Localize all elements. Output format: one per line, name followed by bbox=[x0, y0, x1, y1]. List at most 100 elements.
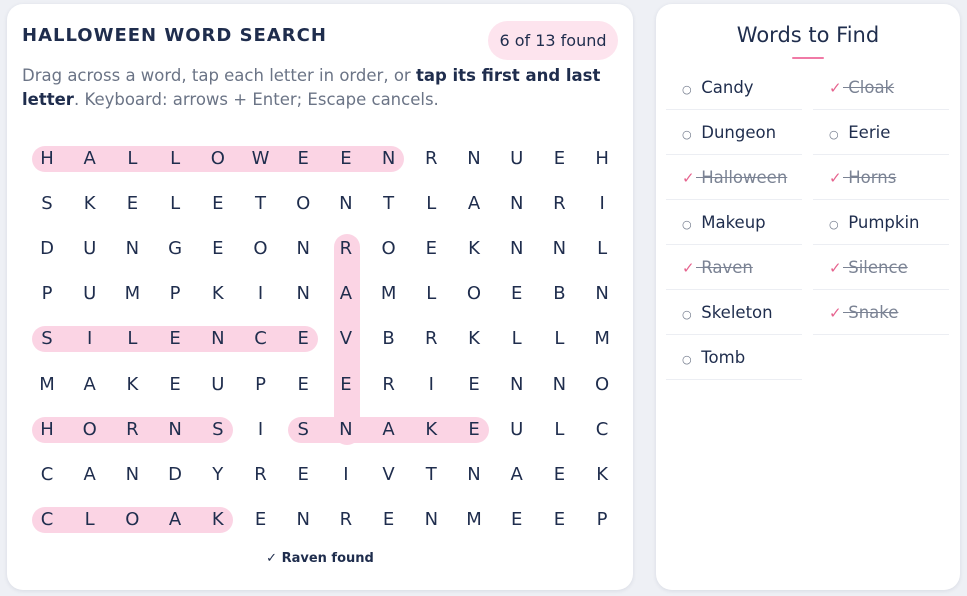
letter-cell[interactable]: H bbox=[27, 410, 67, 450]
letter-cell[interactable]: L bbox=[539, 319, 579, 359]
letter-cell[interactable]: N bbox=[539, 365, 579, 405]
letter-cell[interactable]: N bbox=[497, 229, 537, 269]
letter-cell[interactable]: O bbox=[369, 229, 409, 269]
letter-cell[interactable]: A bbox=[326, 274, 366, 314]
letter-cell[interactable]: S bbox=[283, 410, 323, 450]
letter-cell[interactable]: O bbox=[70, 410, 110, 450]
letter-cell[interactable]: N bbox=[454, 139, 494, 179]
letter-cell[interactable]: M bbox=[27, 365, 67, 405]
letter-cell[interactable]: T bbox=[369, 184, 409, 224]
letter-cell[interactable]: U bbox=[497, 410, 537, 450]
letter-cell[interactable]: N bbox=[326, 184, 366, 224]
letter-cell[interactable]: A bbox=[369, 410, 409, 450]
letter-cell[interactable]: I bbox=[241, 274, 281, 314]
letter-cell[interactable]: O bbox=[454, 274, 494, 314]
letter-cell[interactable]: N bbox=[112, 229, 152, 269]
letter-cell[interactable]: E bbox=[497, 274, 537, 314]
letter-cell[interactable]: L bbox=[155, 139, 195, 179]
letter-cell[interactable]: K bbox=[411, 410, 451, 450]
letter-cell[interactable]: U bbox=[70, 274, 110, 314]
letter-cell[interactable]: D bbox=[27, 229, 67, 269]
letter-cell[interactable]: E bbox=[283, 139, 323, 179]
letter-cell[interactable]: O bbox=[198, 139, 238, 179]
letter-cell[interactable]: R bbox=[241, 455, 281, 495]
letter-cell[interactable]: O bbox=[112, 500, 152, 540]
letter-cell[interactable]: R bbox=[326, 229, 366, 269]
letter-cell[interactable]: B bbox=[539, 274, 579, 314]
letter-cell[interactable]: L bbox=[497, 319, 537, 359]
letter-cell[interactable]: W bbox=[241, 139, 281, 179]
letter-cell[interactable]: K bbox=[198, 274, 238, 314]
letter-cell[interactable]: U bbox=[70, 229, 110, 269]
letter-cell[interactable]: S bbox=[198, 410, 238, 450]
letter-cell[interactable]: E bbox=[369, 500, 409, 540]
letter-cell[interactable]: O bbox=[241, 229, 281, 269]
letter-cell[interactable]: E bbox=[155, 319, 195, 359]
letter-cell[interactable]: A bbox=[70, 365, 110, 405]
letter-cell[interactable]: N bbox=[198, 319, 238, 359]
letter-cell[interactable]: C bbox=[241, 319, 281, 359]
letter-cell[interactable]: B bbox=[369, 319, 409, 359]
letter-cell[interactable]: E bbox=[539, 139, 579, 179]
letter-cell[interactable]: G bbox=[155, 229, 195, 269]
letter-cell[interactable]: H bbox=[27, 139, 67, 179]
letter-cell[interactable]: T bbox=[241, 184, 281, 224]
letter-cell[interactable]: V bbox=[326, 319, 366, 359]
letter-cell[interactable]: N bbox=[155, 410, 195, 450]
letter-cell[interactable]: E bbox=[539, 500, 579, 540]
letter-cell[interactable]: R bbox=[112, 410, 152, 450]
letter-cell[interactable]: N bbox=[497, 184, 537, 224]
letter-cell[interactable]: S bbox=[27, 319, 67, 359]
letter-cell[interactable]: N bbox=[582, 274, 622, 314]
letter-cell[interactable]: E bbox=[155, 365, 195, 405]
letter-cell[interactable]: E bbox=[326, 139, 366, 179]
letter-cell[interactable]: C bbox=[582, 410, 622, 450]
letter-cell[interactable]: N bbox=[454, 455, 494, 495]
letter-cell[interactable]: L bbox=[70, 500, 110, 540]
letter-cell[interactable]: P bbox=[27, 274, 67, 314]
letter-cell[interactable]: C bbox=[27, 500, 67, 540]
letter-cell[interactable]: O bbox=[283, 184, 323, 224]
letter-cell[interactable]: K bbox=[454, 229, 494, 269]
letter-cell[interactable]: K bbox=[70, 184, 110, 224]
letter-cell[interactable]: L bbox=[582, 229, 622, 269]
letter-cell[interactable]: E bbox=[454, 410, 494, 450]
letter-cell[interactable]: P bbox=[155, 274, 195, 314]
letter-cell[interactable]: E bbox=[198, 229, 238, 269]
letter-cell[interactable]: O bbox=[582, 365, 622, 405]
letter-cell[interactable]: R bbox=[411, 139, 451, 179]
letter-cell[interactable]: E bbox=[326, 365, 366, 405]
letter-cell[interactable]: M bbox=[112, 274, 152, 314]
letter-cell[interactable]: C bbox=[27, 455, 67, 495]
letter-cell[interactable]: N bbox=[283, 229, 323, 269]
letter-cell[interactable]: A bbox=[70, 455, 110, 495]
letter-cell[interactable]: L bbox=[155, 184, 195, 224]
letter-cell[interactable]: A bbox=[497, 455, 537, 495]
letter-cell[interactable]: A bbox=[155, 500, 195, 540]
letter-cell[interactable]: I bbox=[582, 184, 622, 224]
letter-cell[interactable]: N bbox=[497, 365, 537, 405]
letter-grid[interactable]: HALLOWEENRNUEHSKELETONTLANRIDUNGEONROEKN… bbox=[7, 4, 633, 544]
letter-cell[interactable]: I bbox=[241, 410, 281, 450]
letter-cell[interactable]: E bbox=[283, 455, 323, 495]
letter-cell[interactable]: E bbox=[497, 500, 537, 540]
letter-cell[interactable]: E bbox=[539, 455, 579, 495]
letter-cell[interactable]: E bbox=[411, 229, 451, 269]
letter-cell[interactable]: I bbox=[411, 365, 451, 405]
letter-cell[interactable]: I bbox=[326, 455, 366, 495]
letter-cell[interactable]: L bbox=[112, 319, 152, 359]
letter-cell[interactable]: K bbox=[112, 365, 152, 405]
letter-cell[interactable]: N bbox=[326, 410, 366, 450]
letter-cell[interactable]: N bbox=[411, 500, 451, 540]
letter-cell[interactable]: S bbox=[27, 184, 67, 224]
letter-cell[interactable]: R bbox=[539, 184, 579, 224]
letter-cell[interactable]: R bbox=[326, 500, 366, 540]
letter-cell[interactable]: E bbox=[283, 365, 323, 405]
letter-cell[interactable]: R bbox=[411, 319, 451, 359]
letter-cell[interactable]: E bbox=[198, 184, 238, 224]
letter-cell[interactable]: E bbox=[112, 184, 152, 224]
letter-cell[interactable]: P bbox=[582, 500, 622, 540]
letter-cell[interactable]: Y bbox=[198, 455, 238, 495]
letter-cell[interactable]: U bbox=[497, 139, 537, 179]
letter-cell[interactable]: L bbox=[112, 139, 152, 179]
